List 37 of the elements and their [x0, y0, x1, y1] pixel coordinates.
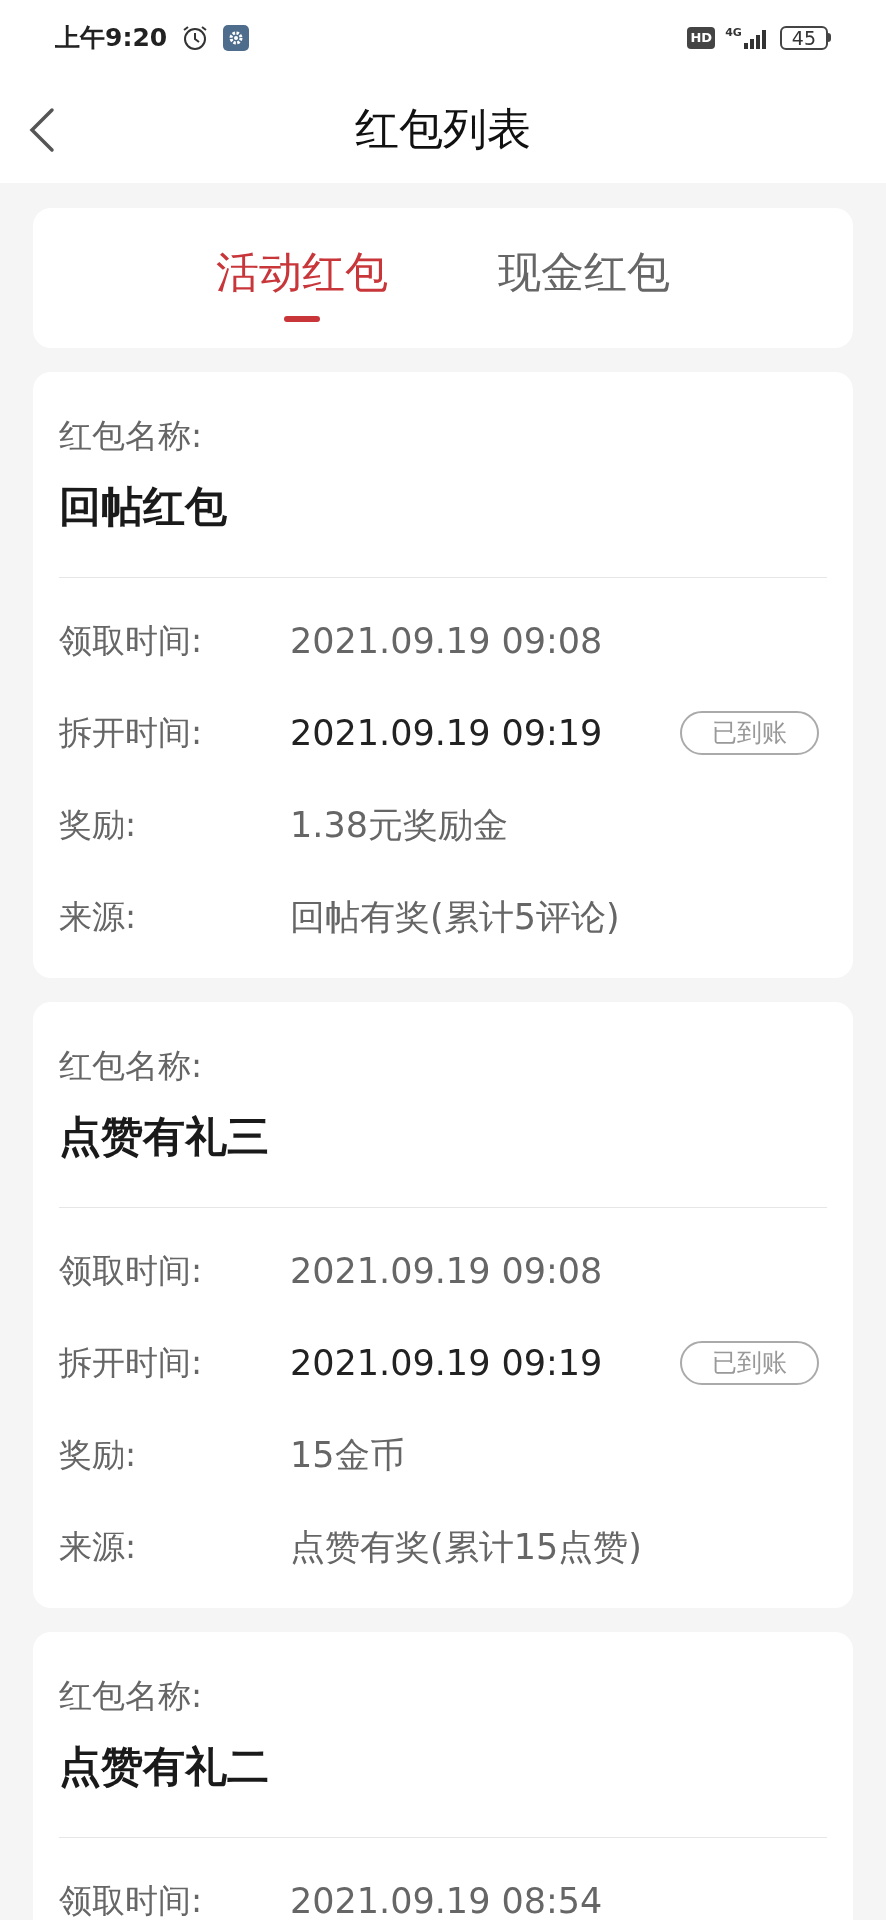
name-label: 红包名称:	[59, 1046, 204, 1086]
field-label: 拆开时间:	[59, 712, 204, 755]
tab[interactable]: 活动红包	[216, 208, 388, 300]
hd-badge: HD	[687, 26, 716, 49]
field-value: 1.38元奖励金	[290, 803, 508, 847]
status-badge: 已到账	[680, 1341, 819, 1385]
field-label: 领取时间:	[59, 1250, 204, 1293]
name-label: 红包名称:	[59, 1676, 204, 1716]
field-label: 来源:	[59, 1526, 138, 1569]
field-value: 2021.09.19 09:08	[290, 619, 603, 663]
field-value: 回帖有奖(累计5评论)	[290, 895, 620, 939]
packet-name: 回帖红包	[59, 481, 228, 533]
field-value: 15金币	[290, 1433, 405, 1477]
tab-underline	[284, 316, 320, 322]
field-value: 2021.09.19 09:19	[290, 1341, 603, 1385]
packet-name: 点赞有礼三	[59, 1111, 270, 1163]
name-label: 红包名称:	[59, 416, 204, 456]
tab[interactable]: 现金红包	[498, 208, 670, 300]
back-icon[interactable]	[28, 107, 56, 153]
field-label: 领取时间:	[59, 1880, 204, 1920]
battery-level: 45	[779, 25, 828, 50]
field-value: 点赞有奖(累计15点赞)	[290, 1525, 642, 1569]
field-value: 2021.09.19 09:08	[290, 1249, 603, 1293]
field-value: 2021.09.19 09:19	[290, 711, 603, 755]
status-badge: 已到账	[680, 711, 819, 755]
field-value: 2021.09.19 08:54	[290, 1879, 603, 1920]
network-label: 4G	[725, 26, 742, 38]
battery-tip-icon	[828, 33, 831, 42]
field-label: 奖励:	[59, 804, 138, 847]
packet-name: 点赞有礼二	[59, 1741, 270, 1793]
clock-time: 上午9:20	[55, 21, 168, 54]
field-label: 奖励:	[59, 1434, 138, 1477]
page-title: 红包列表	[355, 102, 531, 156]
field-label: 来源:	[59, 896, 138, 939]
field-label: 拆开时间:	[59, 1342, 204, 1385]
field-label: 领取时间:	[59, 620, 204, 663]
gear-icon	[223, 24, 250, 51]
